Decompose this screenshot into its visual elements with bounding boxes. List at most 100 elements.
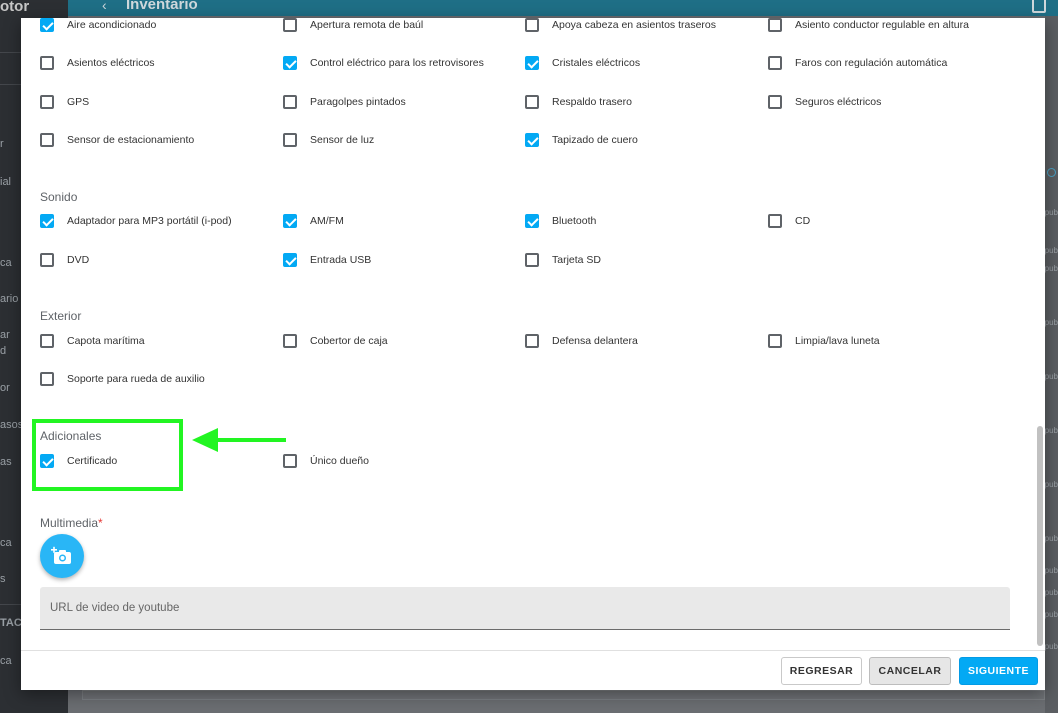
sidebar-item[interactable]: d — [0, 345, 6, 357]
background-brand: otor — [0, 0, 30, 15]
option-label: Apertura remota de baúl — [310, 19, 424, 31]
checkbox[interactable] — [283, 95, 297, 109]
option-unico-dueno[interactable]: Único dueño — [283, 454, 369, 468]
checkbox[interactable] — [768, 18, 782, 32]
option-soporte-rueda[interactable]: Soporte para rueda de auxilio — [40, 372, 205, 386]
option-aire-acondicionado[interactable]: Aire acondicionado — [40, 18, 156, 32]
sidebar-item[interactable]: ario — [0, 293, 18, 305]
sidebar-item[interactable]: asos — [0, 419, 23, 431]
checkbox[interactable] — [283, 18, 297, 32]
checkbox[interactable] — [768, 334, 782, 348]
option-seguros-electricos[interactable]: Seguros eléctricos — [768, 95, 881, 109]
checkbox[interactable] — [40, 214, 54, 228]
option-am-fm[interactable]: AM/FM — [283, 214, 344, 228]
option-sensor-luz[interactable]: Sensor de luz — [283, 133, 374, 147]
option-sensor-estacionamiento[interactable]: Sensor de estacionamiento — [40, 133, 194, 147]
youtube-url-input[interactable] — [40, 587, 1010, 629]
checkbox[interactable] — [768, 214, 782, 228]
checkbox[interactable] — [40, 133, 54, 147]
dialog-scroll-area[interactable]: Aire acondicionado Apertura remota de ba… — [21, 18, 1045, 650]
background-label: pub — [1044, 588, 1058, 597]
option-tarjeta-sd[interactable]: Tarjeta SD — [525, 253, 601, 267]
add-camera-icon — [51, 546, 71, 564]
option-cristales-electricos[interactable]: Cristales eléctricos — [525, 56, 640, 70]
checkbox[interactable] — [40, 56, 54, 70]
checkbox[interactable] — [283, 56, 297, 70]
checkbox[interactable] — [283, 454, 297, 468]
option-label: Asiento conductor regulable en altura — [795, 19, 969, 31]
youtube-url-field[interactable] — [40, 587, 1010, 630]
option-faros-regulacion[interactable]: Faros con regulación automática — [768, 56, 947, 70]
checkbox[interactable] — [40, 18, 54, 32]
next-button[interactable]: SIGUIENTE — [959, 657, 1038, 685]
required-mark: * — [98, 516, 103, 530]
checkbox[interactable] — [40, 253, 54, 267]
option-respaldo-trasero[interactable]: Respaldo trasero — [525, 95, 632, 109]
checkbox[interactable] — [525, 95, 539, 109]
sidebar-item[interactable]: ca — [0, 655, 12, 667]
background-topbar: ‹ Inventario — [68, 0, 1058, 16]
dialog-scrollbar[interactable] — [1037, 426, 1043, 646]
option-label: Cobertor de caja — [310, 335, 388, 347]
checkbox[interactable] — [525, 18, 539, 32]
background-label: pub — [1044, 264, 1058, 273]
option-gps[interactable]: GPS — [40, 95, 89, 109]
option-apoya-cabeza[interactable]: Apoya cabeza en asientos traseros — [525, 18, 716, 32]
option-label: Faros con regulación automática — [795, 57, 948, 69]
sidebar-item[interactable]: as — [0, 456, 12, 468]
checkbox[interactable] — [525, 56, 539, 70]
option-entrada-usb[interactable]: Entrada USB — [283, 253, 371, 267]
sidebar-item[interactable]: ial — [0, 176, 11, 188]
background-right-column: pub pub pub pub pub pub pub pub pub pub … — [1045, 16, 1058, 713]
add-photo-button[interactable] — [40, 534, 84, 578]
annotation-highlight-box — [32, 419, 183, 491]
checkbox[interactable] — [283, 133, 297, 147]
sidebar-item[interactable]: ar — [0, 329, 10, 341]
option-asientos-electricos[interactable]: Asientos eléctricos — [40, 56, 155, 70]
option-control-retrovisores[interactable]: Control eléctrico para los retrovisores — [283, 56, 484, 70]
checkbox[interactable] — [768, 56, 782, 70]
option-adaptador-mp3[interactable]: Adaptador para MP3 portátil (i-pod) — [40, 214, 232, 228]
document-icon[interactable] — [1032, 0, 1046, 13]
sidebar-item[interactable]: r — [0, 138, 4, 150]
option-label: Control eléctrico para los retrovisores — [310, 57, 484, 69]
option-label: Tapizado de cuero — [552, 134, 638, 146]
checkbox[interactable] — [40, 372, 54, 386]
option-label: Paragolpes pintados — [310, 96, 406, 108]
checkbox[interactable] — [283, 253, 297, 267]
checkbox[interactable] — [283, 214, 297, 228]
sidebar-item[interactable]: s — [0, 573, 6, 585]
sidebar-item[interactable]: ca — [0, 257, 12, 269]
sidebar-item[interactable]: ca — [0, 537, 12, 549]
checkbox[interactable] — [768, 95, 782, 109]
checkbox[interactable] — [525, 334, 539, 348]
option-defensa-delantera[interactable]: Defensa delantera — [525, 334, 638, 348]
option-cobertor-caja[interactable]: Cobertor de caja — [283, 334, 388, 348]
checkbox[interactable] — [525, 133, 539, 147]
option-label: Entrada USB — [310, 254, 372, 266]
checkbox[interactable] — [40, 95, 54, 109]
background-page-title: Inventario — [126, 0, 198, 13]
checkbox[interactable] — [40, 334, 54, 348]
option-capota-maritima[interactable]: Capota marítima — [40, 334, 145, 348]
option-label: Asientos eléctricos — [67, 57, 155, 69]
option-tapizado-cuero[interactable]: Tapizado de cuero — [525, 133, 638, 147]
option-cd[interactable]: CD — [768, 214, 810, 228]
background-label: pub — [1044, 318, 1058, 327]
option-dvd[interactable]: DVD — [40, 253, 89, 267]
sidebar-item[interactable]: or — [0, 382, 10, 394]
option-label: Respaldo trasero — [552, 96, 632, 108]
option-paragolpes[interactable]: Paragolpes pintados — [283, 95, 406, 109]
checkbox[interactable] — [525, 253, 539, 267]
cancel-button[interactable]: CANCELAR — [869, 657, 951, 685]
checkbox[interactable] — [525, 214, 539, 228]
checkbox[interactable] — [283, 334, 297, 348]
back-button[interactable]: REGRESAR — [781, 657, 862, 685]
back-chevron-icon[interactable]: ‹ — [102, 0, 107, 13]
option-limpia-lava-luneta[interactable]: Limpia/lava luneta — [768, 334, 880, 348]
option-apertura-remota[interactable]: Apertura remota de baúl — [283, 18, 423, 32]
option-bluetooth[interactable]: Bluetooth — [525, 214, 596, 228]
section-title-multimedia: Multimedia* — [40, 516, 103, 530]
option-asiento-regulable[interactable]: Asiento conductor regulable en altura — [768, 18, 969, 32]
option-label: Cristales eléctricos — [552, 57, 641, 69]
